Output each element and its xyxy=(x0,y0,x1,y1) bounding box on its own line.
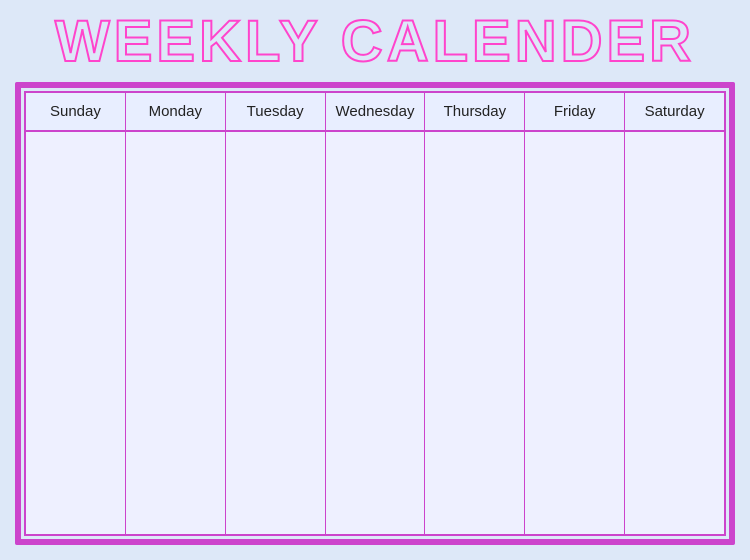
day-header-saturday: Saturday xyxy=(625,93,724,130)
day-column-sunday[interactable] xyxy=(26,132,126,534)
day-header-sunday: Sunday xyxy=(26,93,126,130)
day-column-wednesday[interactable] xyxy=(326,132,426,534)
day-column-saturday[interactable] xyxy=(625,132,724,534)
calendar-outer-border: SundayMondayTuesdayWednesdayThursdayFrid… xyxy=(15,82,735,545)
day-header-tuesday: Tuesday xyxy=(226,93,326,130)
calendar-header: SundayMondayTuesdayWednesdayThursdayFrid… xyxy=(26,93,724,132)
page-wrapper: WEEKLY CALENDER SundayMondayTuesdayWedne… xyxy=(0,0,750,560)
day-header-friday: Friday xyxy=(525,93,625,130)
day-header-wednesday: Wednesday xyxy=(326,93,426,130)
day-header-monday: Monday xyxy=(126,93,226,130)
page-title: WEEKLY CALENDER xyxy=(55,10,695,74)
day-column-thursday[interactable] xyxy=(425,132,525,534)
day-column-tuesday[interactable] xyxy=(226,132,326,534)
day-column-friday[interactable] xyxy=(525,132,625,534)
calendar-inner: SundayMondayTuesdayWednesdayThursdayFrid… xyxy=(24,91,726,536)
calendar-body xyxy=(26,132,724,534)
day-header-thursday: Thursday xyxy=(425,93,525,130)
day-column-monday[interactable] xyxy=(126,132,226,534)
